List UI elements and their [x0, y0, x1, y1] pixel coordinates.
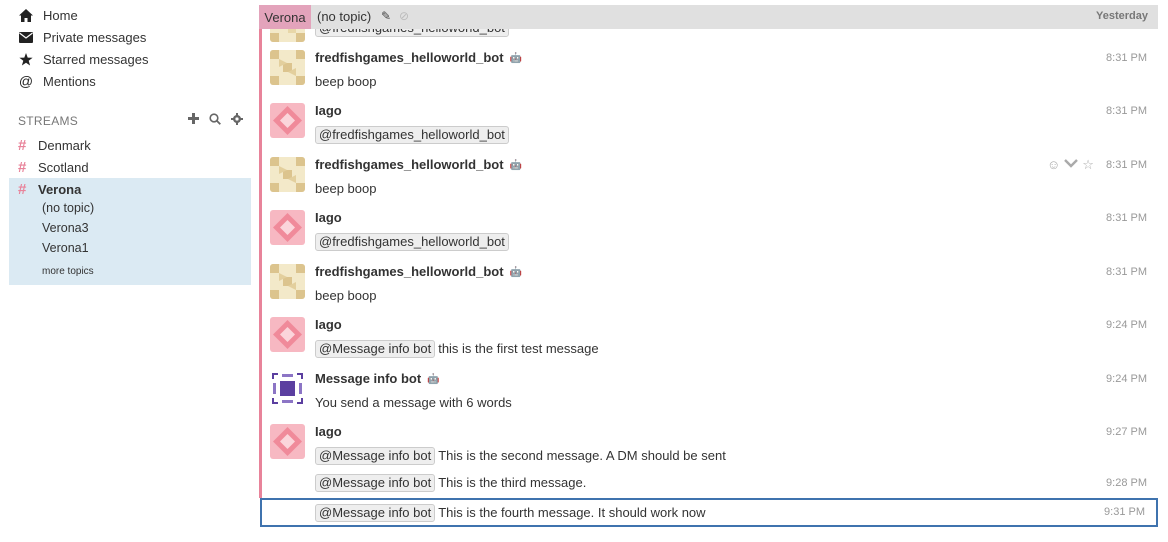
nav-home-label: Home [43, 7, 78, 23]
sender-name-text: fredfishgames_helloworld_bot [315, 50, 504, 65]
topic-item-verona3[interactable]: Verona3 [42, 221, 89, 239]
search-icon[interactable] [208, 113, 222, 125]
message-content: beep boop [315, 288, 377, 303]
recipient-date: Yesterday [1096, 10, 1148, 22]
bot-icon: 🤖 [509, 267, 522, 278]
user-mention[interactable]: @fredfishgames_helloworld_bot [315, 29, 509, 37]
sender-name[interactable]: fredfishgames_helloworld_bot 🤖 [315, 50, 522, 65]
message-content: beep boop [315, 181, 377, 196]
hash-icon: # [18, 158, 27, 176]
plus-icon[interactable] [186, 113, 200, 125]
sender-name[interactable]: Iago [315, 210, 342, 225]
user-mention[interactable]: @Message info bot [315, 447, 436, 465]
stream-name: Verona [38, 181, 82, 197]
avatar[interactable] [270, 157, 305, 192]
nav-private-label: Private messages [43, 29, 147, 45]
message-content: beep boop [315, 74, 377, 89]
user-mention[interactable]: @Message info bot [315, 504, 436, 522]
avatar[interactable] [270, 424, 305, 459]
star-icon [18, 52, 34, 66]
avatar[interactable] [270, 371, 305, 406]
nav-mentions[interactable]: @ Mentions [18, 71, 96, 91]
bot-icon: 🤖 [509, 53, 522, 64]
user-mention[interactable]: @Message info bot [315, 340, 436, 358]
user-mention[interactable]: @Message info bot [315, 474, 436, 492]
message-content: this is the first test message [438, 341, 599, 356]
left-sidebar: Home Private messages Starred messages @… [0, 0, 252, 542]
message-content: This is the fourth message. It should wo… [438, 505, 706, 520]
recipient-bar: Verona (no topic) ✎ ⊘ Yesterday [259, 5, 1158, 29]
nav-private-messages[interactable]: Private messages [18, 27, 146, 47]
stream-item-scotland[interactable]: # Scotland [18, 157, 89, 177]
bot-icon: 🤖 [427, 374, 440, 385]
sender-name[interactable]: fredfishgames_helloworld_bot 🤖 [315, 157, 522, 172]
streams-header: STREAMS [18, 114, 79, 128]
mute-icon[interactable]: ⊘ [399, 9, 409, 23]
message-list: @fredfishgames_helloworld_bot fredfishga… [262, 29, 1158, 499]
selected-message-row[interactable]: @Message info bot This is the fourth mess… [260, 498, 1158, 527]
stream-tools [186, 113, 244, 125]
avatar[interactable] [270, 210, 305, 245]
user-mention[interactable]: @fredfishgames_helloworld_bot [315, 233, 509, 251]
hash-icon: # [18, 136, 27, 154]
sender-name[interactable]: Iago [315, 317, 342, 332]
nav-home[interactable]: Home [18, 5, 78, 25]
more-topics-link[interactable]: more topics [42, 266, 94, 277]
smiley-icon[interactable]: ☺ [1047, 157, 1060, 173]
avatar[interactable] [270, 103, 305, 138]
avatar[interactable] [270, 29, 305, 42]
sender-name[interactable]: Message info bot 🤖 [315, 371, 440, 386]
sender-name[interactable]: Iago [315, 424, 342, 439]
sender-name-text: fredfishgames_helloworld_bot [315, 264, 504, 279]
sender-name[interactable]: Iago [315, 103, 342, 118]
message-time[interactable]: 8:31 PM [1106, 266, 1147, 278]
avatar[interactable] [270, 50, 305, 85]
chevron-down-icon[interactable] [1064, 157, 1079, 173]
avatar[interactable] [270, 317, 305, 352]
message-time[interactable]: 8:31 PM [1106, 159, 1147, 171]
recipient-topic-label[interactable]: (no topic) [317, 9, 371, 24]
message-content: This is the second message. A DM should … [438, 448, 726, 463]
nav-starred-messages[interactable]: Starred messages [18, 49, 149, 69]
stream-item-verona[interactable]: # Verona [18, 179, 81, 199]
stream-item-denmark[interactable]: # Denmark [18, 135, 91, 155]
sender-name-text: Message info bot [315, 371, 422, 386]
pencil-icon[interactable]: ✎ [381, 9, 391, 23]
message-time[interactable]: 8:31 PM [1106, 105, 1147, 117]
recipient-stream-label[interactable]: Verona [259, 5, 311, 29]
message-time[interactable]: 9:31 PM [1104, 506, 1145, 518]
star-outline-icon[interactable]: ☆ [1082, 157, 1094, 173]
gear-icon[interactable] [230, 113, 244, 125]
message-time[interactable]: 8:31 PM [1106, 212, 1147, 224]
sender-name[interactable]: fredfishgames_helloworld_bot 🤖 [315, 264, 522, 279]
at-icon: @ [18, 73, 34, 89]
message-time[interactable]: 9:28 PM [1106, 477, 1147, 489]
message-time[interactable]: 9:24 PM [1106, 319, 1147, 331]
message-time[interactable]: 9:27 PM [1106, 426, 1147, 438]
avatar[interactable] [270, 264, 305, 299]
topic-item-no-topic[interactable]: (no topic) [42, 201, 94, 219]
topic-item-verona1[interactable]: Verona1 [42, 241, 89, 259]
user-mention[interactable]: @fredfishgames_helloworld_bot [315, 126, 509, 144]
message-content: You send a message with 6 words [315, 395, 512, 410]
message-actions: ☺ ☆ [1047, 157, 1094, 173]
hash-icon: # [18, 180, 27, 198]
envelope-icon [18, 31, 34, 43]
message-content: This is the third message. [438, 475, 587, 490]
message-time[interactable]: 9:24 PM [1106, 373, 1147, 385]
home-icon [18, 8, 34, 22]
nav-mentions-label: Mentions [43, 73, 96, 89]
nav-starred-label: Starred messages [43, 51, 149, 67]
stream-name: Denmark [38, 137, 91, 153]
message-time[interactable]: 8:31 PM [1106, 52, 1147, 64]
sender-name-text: fredfishgames_helloworld_bot [315, 157, 504, 172]
stream-name: Scotland [38, 159, 89, 175]
bot-icon: 🤖 [509, 160, 522, 171]
